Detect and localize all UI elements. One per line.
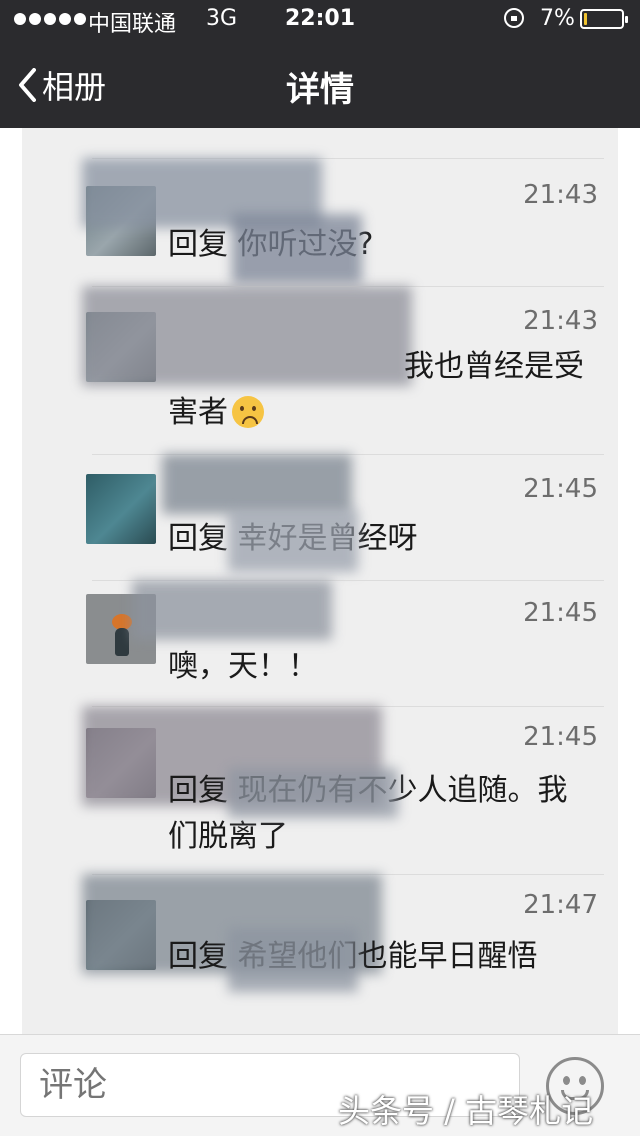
watermark: 头条号 / 古琴札记 <box>338 1092 594 1130</box>
navigation-bar: 相册 详情 <box>0 40 640 128</box>
comment-item[interactable]: 21:43 我也曾经是受害者 <box>22 286 618 454</box>
avatar[interactable] <box>86 474 156 544</box>
redaction-smudge <box>228 510 358 572</box>
status-bar: 中国联通 3G 22:01 7% <box>0 0 640 40</box>
battery-icon <box>580 9 628 29</box>
comment-time: 21:47 <box>523 890 598 920</box>
redaction-smudge <box>228 768 398 818</box>
comment-item[interactable]: 21:45 噢，天！！ <box>22 580 618 706</box>
top-bar: 中国联通 3G 22:01 7% 相册 详情 <box>0 0 640 128</box>
comment-time: 21:45 <box>523 722 598 752</box>
comment-text: 回复 你听过没? <box>168 227 373 262</box>
comment-item[interactable]: 21:45 回复 现在仍有不少人追随。我们脱离了 <box>22 706 618 874</box>
comment-item[interactable]: 21:47 回复 希望他们也能早日醒悟 <box>22 874 618 1034</box>
comment-time: 21:43 <box>523 306 598 336</box>
sad-face-icon <box>232 396 264 428</box>
comment-text: 我也曾经是受害者 <box>168 344 588 436</box>
comment-time: 21:45 <box>523 598 598 628</box>
redaction-smudge <box>162 454 352 514</box>
comment-text: 噢，天！！ <box>168 649 318 684</box>
page-title: 详情 <box>286 70 354 110</box>
redaction-smudge <box>132 580 332 640</box>
comment-item[interactable]: 21:45 回复 幸好是曾经呀 <box>22 454 618 580</box>
redaction-smudge <box>228 928 358 992</box>
comment-item[interactable]: 21:43 回复 你听过没? <box>22 158 618 286</box>
comment-list[interactable]: 21:43 回复 你听过没? 21:43 我也曾经是受害者 21:45 回复 幸… <box>22 128 618 1034</box>
comment-text-span: 我也曾经是受害者 <box>168 349 584 430</box>
rotation-lock-icon <box>504 8 524 28</box>
battery-percent: 7% <box>540 6 575 31</box>
redaction-smudge <box>232 214 362 284</box>
comment-time: 21:43 <box>523 180 598 210</box>
comment-time: 21:45 <box>523 474 598 504</box>
